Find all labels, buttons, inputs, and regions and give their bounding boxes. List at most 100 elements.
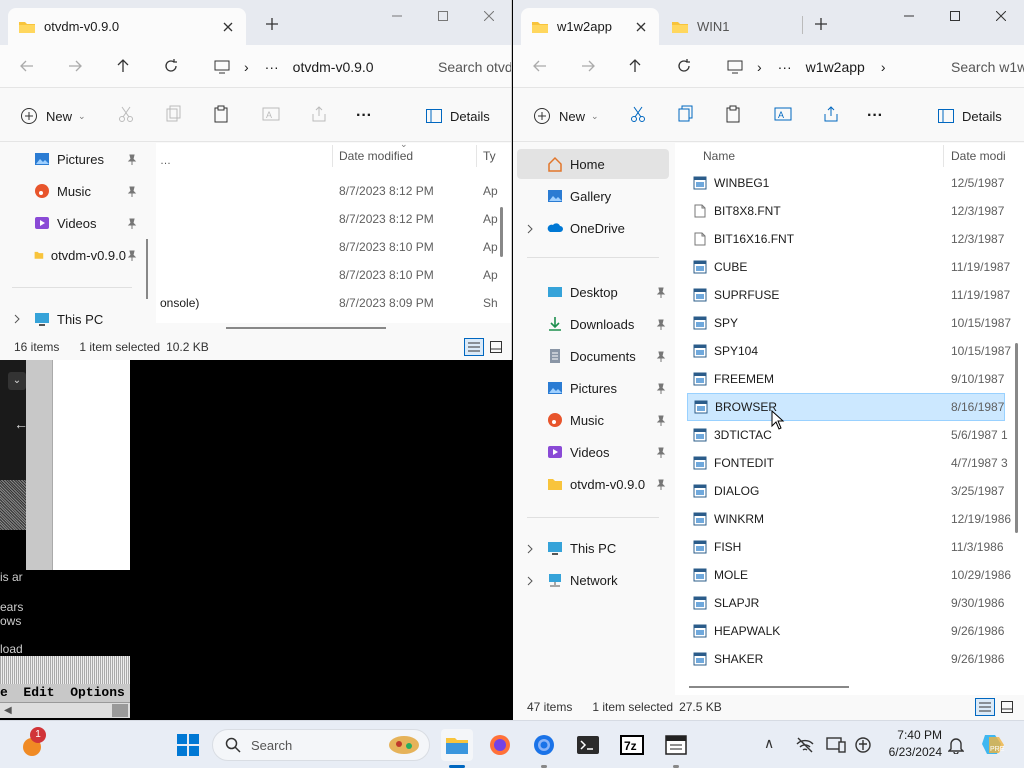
pin-icon[interactable] — [126, 154, 138, 166]
7zip-button[interactable]: 7z — [616, 729, 648, 761]
column-header-date[interactable]: Date modi — [951, 143, 1006, 169]
weather-widget[interactable]: 1 — [16, 727, 48, 761]
new-tab-icon[interactable] — [262, 14, 282, 34]
cut-icon[interactable] — [630, 105, 646, 127]
forward-button[interactable] — [577, 55, 599, 77]
table-row[interactable] — [156, 261, 506, 289]
left-address-bar[interactable]: › ··· otvdm-v0.9.0 — [204, 51, 420, 83]
copilot-icon[interactable]: PRE — [980, 731, 1006, 757]
maximize-button[interactable] — [932, 0, 978, 32]
up-button[interactable] — [624, 55, 646, 77]
horizontal-scrollbar[interactable] — [689, 686, 849, 688]
pin-icon[interactable] — [126, 186, 138, 198]
expand-chevron-icon[interactable] — [12, 314, 22, 324]
dos-menu-bar[interactable]: e Edit Options — [0, 684, 130, 702]
taskbar-search[interactable]: Search — [212, 729, 430, 761]
left-tab[interactable]: otvdm-v0.9.0 — [8, 8, 246, 45]
expand-chevron-icon[interactable] — [525, 544, 535, 554]
network-off-icon[interactable] — [795, 736, 815, 754]
sidebar-item-pictures[interactable]: Pictures — [34, 145, 104, 173]
sidebar-item-gallery[interactable]: Gallery — [547, 182, 611, 210]
pin-icon[interactable] — [655, 415, 667, 427]
copy-icon[interactable] — [678, 105, 694, 127]
sidebar-item-desktop[interactable]: Desktop — [547, 278, 618, 306]
background-app-window[interactable]: ← ⌄ is ar ears ows load e Edit Options ◀ — [0, 360, 512, 720]
firefox-button[interactable] — [484, 729, 516, 761]
forward-button[interactable] — [64, 55, 86, 77]
vertical-scrollbar[interactable] — [500, 207, 503, 257]
sidebar-item-videos[interactable]: Videos — [547, 438, 610, 466]
sidebar-item-home[interactable]: Home — [547, 150, 605, 178]
column-header-type[interactable]: Ty — [483, 143, 496, 169]
share-icon[interactable] — [310, 105, 328, 127]
rename-icon[interactable]: A — [262, 105, 280, 127]
new-tab-icon[interactable] — [811, 14, 831, 34]
cut-icon[interactable] — [118, 105, 134, 127]
right-explorer-window[interactable]: w1w2app WIN1 › ··· w1w2app › Search w1w — [513, 0, 1024, 720]
up-button[interactable] — [112, 55, 134, 77]
pin-icon[interactable] — [655, 351, 667, 363]
scroll-thumb[interactable] — [112, 704, 128, 717]
sidebar-item-this-pc[interactable]: This PC — [547, 534, 616, 562]
table-row[interactable] — [156, 233, 506, 261]
sidebar-item-otvdm[interactable]: otvdm-v0.9.0 — [547, 470, 645, 498]
minimize-button[interactable] — [374, 0, 420, 32]
horizontal-scrollbar[interactable] — [226, 327, 386, 329]
rename-icon[interactable]: A — [774, 105, 792, 127]
right-address-bar[interactable]: › ··· w1w2app › — [717, 51, 937, 83]
tab-win1[interactable]: WIN1 — [661, 8, 801, 45]
sidebar-item-this-pc[interactable]: This PC — [34, 305, 103, 333]
file-explorer-button[interactable] — [441, 729, 473, 768]
expand-chevron-icon[interactable] — [525, 576, 535, 586]
sidebar-item-pictures[interactable]: Pictures — [547, 374, 617, 402]
details-button[interactable]: Details — [426, 105, 490, 127]
column-header-name[interactable]: Name — [703, 143, 735, 169]
back-button[interactable] — [529, 55, 551, 77]
left-search-box[interactable]: Search otvd — [428, 52, 511, 82]
more-options-icon[interactable]: ··· — [867, 105, 883, 127]
sidebar-item-otvdm[interactable]: otvdm-v0.9.0 — [34, 241, 126, 269]
new-button[interactable]: New ⌄ — [20, 105, 86, 127]
pin-icon[interactable] — [655, 447, 667, 459]
left-explorer-window[interactable]: otvdm-v0.9.0 › ··· otvdm-v0.9.0 Search o… — [0, 0, 512, 360]
clock[interactable]: 7:40 PM 6/23/2024 — [880, 727, 942, 761]
details-button[interactable]: Details — [938, 105, 1002, 127]
pin-icon[interactable] — [655, 287, 667, 299]
chrome-button[interactable] — [528, 729, 560, 768]
app-button[interactable] — [660, 729, 692, 768]
right-search-box[interactable]: Search w1w — [941, 52, 1024, 82]
refresh-button[interactable] — [160, 55, 182, 77]
table-row[interactable] — [156, 205, 506, 233]
new-button[interactable]: New ⌄ — [533, 105, 599, 127]
sidebar-item-onedrive[interactable]: OneDrive — [547, 214, 625, 242]
tiles-view-icon[interactable] — [490, 341, 502, 353]
tab-w1w2app[interactable]: w1w2app — [521, 8, 659, 45]
sidebar-item-videos[interactable]: Videos — [34, 209, 97, 237]
paste-icon[interactable] — [726, 105, 742, 127]
expand-chevron-icon[interactable] — [525, 224, 535, 234]
table-row[interactable] — [156, 177, 506, 205]
tiles-view-icon[interactable] — [1001, 701, 1013, 713]
chevron-up-icon[interactable]: ∧ — [764, 735, 774, 752]
more-options-icon[interactable]: ··· — [356, 105, 372, 127]
sidebar-item-music[interactable]: Music — [547, 406, 604, 434]
table-row[interactable]: onsole) — [156, 289, 506, 317]
sidebar-item-music[interactable]: Music — [34, 177, 91, 205]
dos-scrollbar[interactable]: ◀ — [0, 702, 130, 718]
close-button[interactable] — [466, 0, 511, 32]
pin-icon[interactable] — [126, 250, 138, 262]
details-view-button[interactable] — [464, 338, 484, 356]
sidebar-item-documents[interactable]: Documents — [547, 342, 636, 370]
terminal-button[interactable] — [572, 729, 604, 761]
back-button[interactable] — [16, 55, 38, 77]
maximize-button[interactable] — [420, 0, 466, 32]
close-button[interactable] — [978, 0, 1024, 32]
pin-icon[interactable] — [655, 383, 667, 395]
paste-icon[interactable] — [214, 105, 230, 127]
copy-icon[interactable] — [166, 105, 182, 127]
refresh-button[interactable] — [673, 55, 695, 77]
close-tab-icon[interactable] — [633, 19, 649, 35]
minimize-button[interactable] — [886, 0, 932, 32]
device-icon[interactable] — [826, 736, 846, 754]
pin-icon[interactable] — [655, 319, 667, 331]
